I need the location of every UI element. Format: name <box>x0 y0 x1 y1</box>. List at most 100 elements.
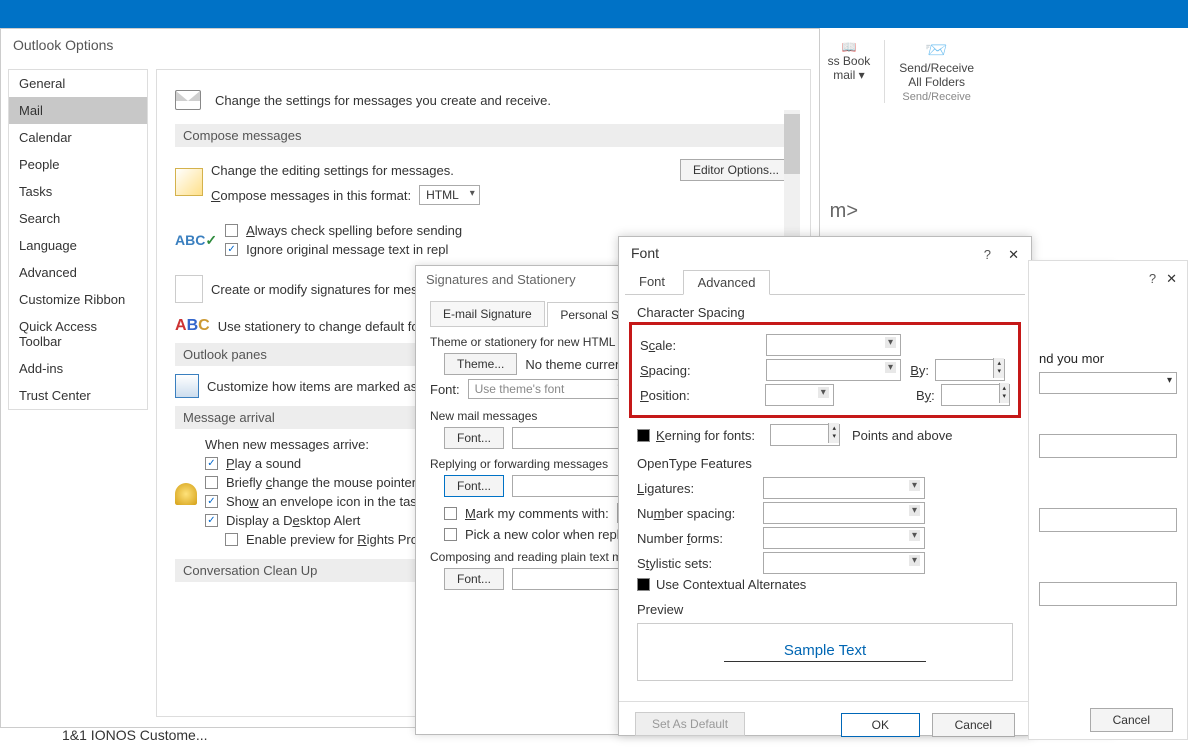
tools-panel: ✕? nd you mor ▾ Cancel <box>1028 260 1188 740</box>
abc-check-icon: ABC✓ <box>175 232 217 249</box>
ignore-original-checkbox[interactable]: ✓ <box>225 243 238 256</box>
tools-close-icon[interactable]: ✕ <box>1166 271 1177 287</box>
sidebar-item-trust[interactable]: Trust Center <box>9 382 147 409</box>
tab-font[interactable]: Font <box>625 270 679 293</box>
font-tabs: Font Advanced <box>625 269 1025 295</box>
panes-icon <box>175 374 199 398</box>
font-button-plain[interactable]: Font... <box>444 568 504 590</box>
send-receive-group[interactable]: 📨 Send/Receive All Folders Send/Receive <box>884 40 988 103</box>
help-icon[interactable]: ? <box>984 247 991 262</box>
tools-field-1[interactable] <box>1039 434 1177 458</box>
desktop-alert-checkbox[interactable]: ✓ <box>205 514 218 527</box>
sidebar-item-qat[interactable]: Quick Access Toolbar <box>9 313 147 355</box>
tools-field-3[interactable] <box>1039 582 1177 606</box>
options-title: Outlook Options <box>1 29 819 61</box>
by-label-1: By: <box>907 363 929 378</box>
stylistic-select[interactable] <box>763 552 925 574</box>
no-theme-text: No theme currentl <box>525 357 628 372</box>
position-by[interactable] <box>941 384 1010 406</box>
signature-text: Create or modify signatures for messa <box>211 282 431 297</box>
char-spacing-title: Character Spacing <box>637 305 1013 320</box>
editing-text: Change the editing settings for messages… <box>211 163 454 178</box>
pointer-checkbox[interactable] <box>205 476 218 489</box>
ligatures-label: Ligatures: <box>637 481 757 496</box>
tools-cancel-button[interactable]: Cancel <box>1090 708 1173 732</box>
preview-title: Preview <box>637 602 1013 617</box>
inbox-item[interactable]: 1&1 IONOS Custome... <box>50 719 350 751</box>
font-dialog-title: Font <box>619 237 1031 269</box>
num-spacing-select[interactable] <box>763 502 925 524</box>
stationery-text: Use stationery to change default font <box>218 319 430 334</box>
sidebar-item-calendar[interactable]: Calendar <box>9 124 147 151</box>
inbox-subject: 1&1 IONOS Custome... <box>62 727 338 743</box>
panes-text: Customize how items are marked as r <box>207 379 425 394</box>
mark-comments-checkbox[interactable] <box>444 507 457 520</box>
stylistic-label: Stylistic sets: <box>637 556 757 571</box>
compose-icon <box>175 168 203 196</box>
format-label: Compose messages in this format: <box>211 188 411 203</box>
tools-fragment: nd you mor <box>1039 351 1177 366</box>
contextual-label: Use Contextual Alternates <box>656 577 806 592</box>
always-spell-checkbox[interactable] <box>225 224 238 237</box>
desktop-alert-label: Display a Desktop Alert <box>226 513 360 528</box>
opentype-title: OpenType Features <box>637 456 1013 471</box>
font-dialog: Font ? ✕ Font Advanced Character Spacing… <box>618 236 1032 736</box>
scale-select[interactable] <box>766 334 901 356</box>
kerning-value[interactable] <box>770 424 840 446</box>
spacing-by[interactable] <box>935 359 1005 381</box>
by-label-2: By: <box>913 388 935 403</box>
spacing-select[interactable] <box>766 359 901 381</box>
theme-button[interactable]: Theme... <box>444 353 517 375</box>
sidebar-item-tasks[interactable]: Tasks <box>9 178 147 205</box>
contextual-checkbox[interactable] <box>637 578 650 591</box>
num-spacing-label: Number spacing: <box>637 506 757 521</box>
font-select[interactable]: Use theme's font <box>468 379 628 399</box>
num-forms-select[interactable] <box>763 527 925 549</box>
kerning-label: Kerning for fonts: <box>656 428 764 443</box>
scale-label: Scale: <box>640 338 760 353</box>
num-forms-label: Number forms: <box>637 531 757 546</box>
font-button-reply[interactable]: Font... <box>444 475 504 497</box>
kerning-checkbox[interactable] <box>637 429 650 442</box>
tools-dropdown[interactable]: ▾ <box>1039 372 1177 394</box>
stationery-icon: ABC <box>175 317 210 335</box>
preview-checkbox[interactable] <box>225 533 238 546</box>
sidebar-item-general[interactable]: General <box>9 70 147 97</box>
sidebar-item-language[interactable]: Language <box>9 232 147 259</box>
address-book-label: ss Book <box>828 54 871 68</box>
tab-advanced[interactable]: Advanced <box>683 270 771 295</box>
ligatures-select[interactable] <box>763 477 925 499</box>
address-group: 📖 ss Book mail ▾ <box>813 40 885 103</box>
preview-text: Sample Text <box>724 642 926 662</box>
sidebar-item-search[interactable]: Search <box>9 205 147 232</box>
pick-color-label: Pick a new color when replying <box>465 527 643 542</box>
close-icon[interactable]: ✕ <box>1008 247 1019 263</box>
signature-icon <box>175 275 203 303</box>
font-label: Font: <box>430 382 460 397</box>
position-select[interactable] <box>765 384 834 406</box>
tools-field-2[interactable] <box>1039 508 1177 532</box>
position-label: Position: <box>640 388 759 403</box>
sidebar-item-addins[interactable]: Add-ins <box>9 355 147 382</box>
envelope-checkbox[interactable]: ✓ <box>205 495 218 508</box>
sidebar-item-mail[interactable]: Mail <box>9 97 147 124</box>
set-default-button: Set As Default <box>635 712 745 736</box>
play-sound-checkbox[interactable]: ✓ <box>205 457 218 470</box>
envelope-label: Show an envelope icon in the task <box>226 494 423 509</box>
sidebar-item-people[interactable]: People <box>9 151 147 178</box>
sidebar-item-advanced[interactable]: Advanced <box>9 259 147 286</box>
page-heading: Change the settings for messages you cre… <box>215 93 551 108</box>
preview-label: Enable preview for Rights Prote <box>246 532 429 547</box>
editor-options-button[interactable]: Editor Options... <box>680 159 792 181</box>
cancel-button[interactable]: Cancel <box>932 713 1015 737</box>
ok-button[interactable]: OK <box>841 713 920 737</box>
tab-email-signature[interactable]: E-mail Signature <box>430 301 545 326</box>
sidebar-item-customize-ribbon[interactable]: Customize Ribbon <box>9 286 147 313</box>
preview-box: Sample Text <box>637 623 1013 681</box>
pick-color-checkbox[interactable] <box>444 528 457 541</box>
tools-help-icon[interactable]: ? <box>1149 271 1156 286</box>
format-select[interactable]: HTML <box>419 185 480 205</box>
send-receive-icon: 📨 <box>899 40 974 61</box>
send-receive-all-label: Send/Receive All Folders <box>899 61 974 89</box>
font-button-new[interactable]: Font... <box>444 427 504 449</box>
